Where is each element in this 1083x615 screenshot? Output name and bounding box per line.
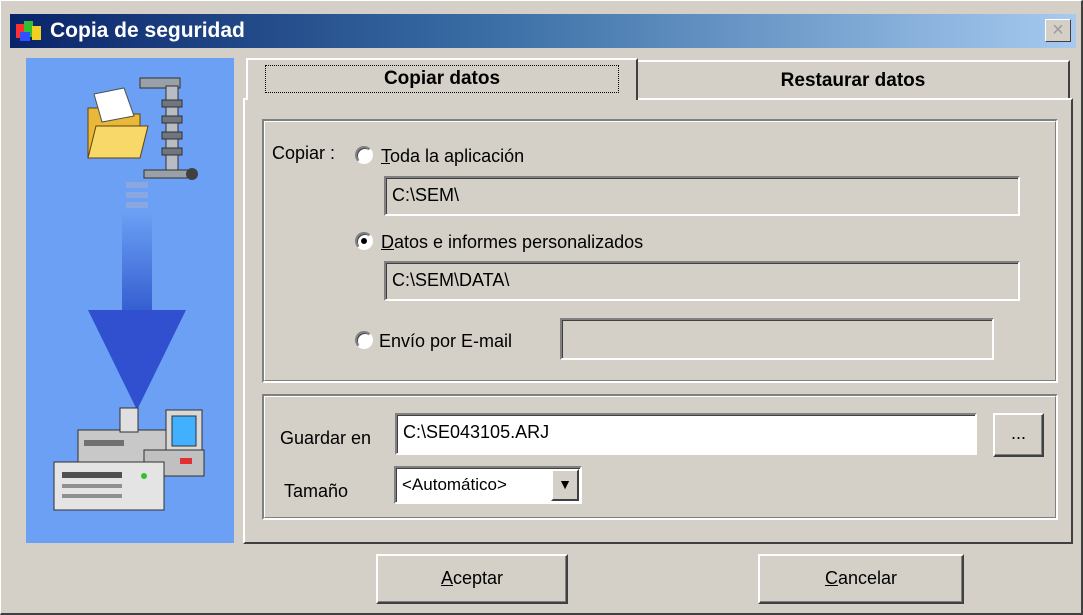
tab-label: Copiar datos	[264, 65, 620, 93]
email-field[interactable]	[560, 318, 994, 360]
option-label-envio-email: Envío por E-mail	[379, 331, 513, 351]
option-label-toda-aplicacion: Toda la aplicación	[381, 146, 525, 166]
browse-button[interactable]: ...	[993, 413, 1044, 457]
folder-clamp-icon	[87, 77, 198, 180]
radio-datos-informes[interactable]	[355, 232, 373, 250]
save-path-input[interactable]: C:\SE043105.ARJ	[395, 413, 977, 455]
close-button[interactable]: ×	[1045, 19, 1071, 42]
size-label: Tamaño	[284, 481, 349, 501]
window-title: Copia de seguridad	[50, 19, 245, 42]
accept-button[interactable]: Aceptar	[376, 554, 568, 604]
path-field-toda-aplicacion[interactable]: C:\SEM\	[384, 176, 1020, 216]
tab-restaurar-datos[interactable]: Restaurar datos	[638, 60, 1070, 100]
radio-toda-aplicacion[interactable]	[355, 146, 373, 164]
option-label-datos-informes: Datos e informes personalizados	[381, 232, 644, 252]
radio-envio-email[interactable]	[355, 331, 373, 349]
tab-copiar-datos[interactable]: Copiar datos	[246, 58, 638, 100]
tab-label: Restaurar datos	[780, 70, 926, 91]
path-field-datos-informes[interactable]: C:\SEM\DATA\	[384, 261, 1020, 301]
chevron-down-icon[interactable]: ▼	[551, 469, 579, 501]
save-label: Guardar en	[280, 428, 372, 448]
size-select-value: <Automático>	[402, 475, 507, 494]
close-icon: ×	[1052, 19, 1064, 41]
cancel-button[interactable]: Cancelar	[758, 554, 964, 604]
size-select[interactable]: <Automático> ▼	[394, 466, 582, 504]
copy-label: Copiar :	[272, 143, 336, 163]
computers-icon	[53, 407, 205, 511]
down-arrow-icon	[88, 182, 186, 410]
app-icon	[16, 21, 41, 41]
